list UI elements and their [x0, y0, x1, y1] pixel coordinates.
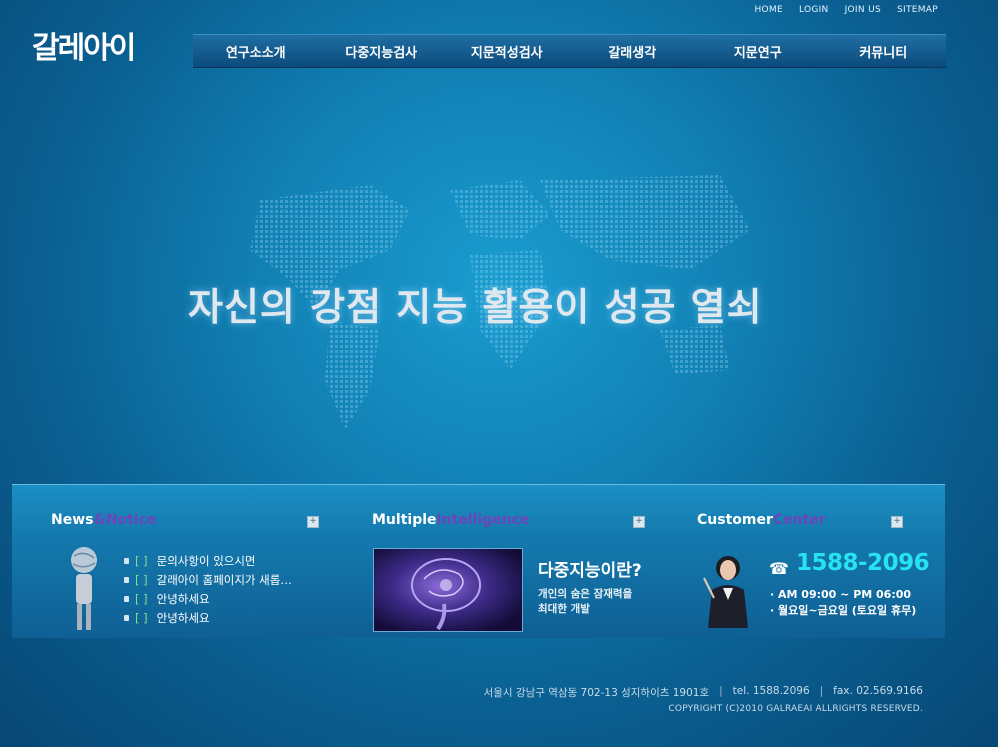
footer-separator: |	[819, 685, 824, 697]
mi-title-accent: Intelligence	[436, 512, 530, 528]
hours-text: AM 09:00 ~ PM 06:00	[778, 588, 912, 601]
intelligence-heading[interactable]: 다중지능이란?	[538, 556, 642, 581]
nav-item-about[interactable]: 연구소소개	[193, 42, 319, 61]
home-link[interactable]: HOME	[754, 5, 783, 15]
news-more-button[interactable]: +	[307, 516, 319, 528]
customer-phone-number[interactable]: 1588-2096	[796, 550, 930, 576]
days-text: 월요일~금요일 (토요일 휴무)	[778, 604, 917, 617]
nav-item-community[interactable]: 커뮤니티	[821, 42, 947, 61]
phone-icon: ☎	[769, 559, 789, 578]
bracket-icon: [ ]	[135, 572, 148, 587]
brain-scan-image[interactable]	[373, 548, 523, 632]
nav-item-multiple-intelligence-test[interactable]: 다중지능검사	[319, 42, 445, 61]
person-holding-globe-icon	[71, 547, 97, 630]
bracket-icon: [ ]	[135, 610, 148, 625]
news-item-title: 문의사항이 있으시면	[156, 553, 256, 568]
news-list: [ ] 문의사항이 있으시면 [ ] 갈래아이 홈페이지가 새롭… [ ] 안녕하세요…	[124, 551, 292, 627]
bracket-icon: [ ]	[135, 591, 148, 606]
site-logo[interactable]: 갈레아이	[32, 31, 136, 66]
customer-hours-time: · AM 09:00 ~ PM 06:00	[770, 588, 912, 601]
login-link[interactable]: LOGIN	[799, 5, 829, 15]
news-title-main: News	[51, 512, 94, 528]
news-item-title: 안녕하세요	[156, 610, 210, 625]
intelligence-description: 개인의 숨은 잠재력을 최대한 개발	[538, 587, 632, 617]
news-item[interactable]: [ ] 문의사항이 있으시면	[124, 551, 292, 570]
bracket-icon: [ ]	[135, 553, 148, 568]
customer-hours: · AM 09:00 ~ PM 06:00 · 월요일~금요일 (토요일 휴무)	[770, 587, 916, 619]
customer-more-button[interactable]: +	[891, 516, 903, 528]
cs-title-accent: Center	[772, 512, 826, 528]
copyright: COPYRIGHT (C)2010 GALRAEAI ALLRIGHTS RES…	[668, 704, 923, 714]
footer-separator: |	[719, 685, 723, 697]
news-item[interactable]: [ ] 안녕하세요	[124, 589, 292, 608]
news-item[interactable]: [ ] 갈래아이 홈페이지가 새롭…	[124, 570, 292, 589]
logo-text: 갈레아이	[32, 31, 136, 66]
multiple-intelligence-title: MultipleIntelligence	[372, 512, 530, 528]
news-item-title: 갈래아이 홈페이지가 새롭…	[156, 572, 292, 587]
top-links: HOME LOGIN JOIN US SITEMAP	[754, 5, 938, 15]
news-item-title: 안녕하세요	[156, 591, 210, 606]
bullet-icon	[124, 595, 129, 602]
bullet-icon	[124, 557, 129, 564]
customer-hours-days: · 월요일~금요일 (토요일 휴무)	[770, 604, 917, 617]
customer-center-title: CustomerCenter	[697, 512, 826, 528]
cs-title-main: Customer	[697, 512, 773, 528]
nav-item-galrae-thinking[interactable]: 갈래생각	[570, 42, 696, 61]
sitemap-link[interactable]: SITEMAP	[897, 5, 938, 15]
customer-agent-photo	[703, 556, 748, 628]
main-navigation: 연구소소개 다중지능검사 지문적성검사 갈래생각 지문연구 커뮤니티	[193, 34, 946, 68]
footer-address: 서울시 강남구 역삼동 702-13 성지하이츠 1901호 | tel. 15…	[484, 685, 923, 700]
news-title-accent: &Notice	[93, 512, 157, 528]
intelligence-line2: 최대한 개발	[538, 603, 590, 615]
mi-title-main: Multiple	[372, 512, 437, 528]
intelligence-more-button[interactable]: +	[633, 516, 645, 528]
hero-slogan: 자신의 강점 지능 활용이 성공 열쇠	[188, 285, 763, 329]
nav-item-fingerprint-aptitude-test[interactable]: 지문적성검사	[444, 42, 570, 61]
news-notice-title: News&Notice	[51, 512, 156, 528]
fax-text: fax. 02.569.9166	[833, 685, 923, 697]
tel-text: tel. 1588.2096	[732, 685, 810, 697]
address-text: 서울시 강남구 역삼동 702-13 성지하이츠 1901호	[483, 687, 710, 699]
bullet-icon	[124, 576, 129, 583]
news-item[interactable]: [ ] 안녕하세요	[124, 608, 292, 627]
intelligence-line1: 개인의 숨은 잠재력을	[538, 588, 633, 600]
nav-item-fingerprint-research[interactable]: 지문연구	[695, 42, 821, 61]
bullet-icon	[124, 614, 129, 621]
join-us-link[interactable]: JOIN US	[845, 5, 881, 15]
